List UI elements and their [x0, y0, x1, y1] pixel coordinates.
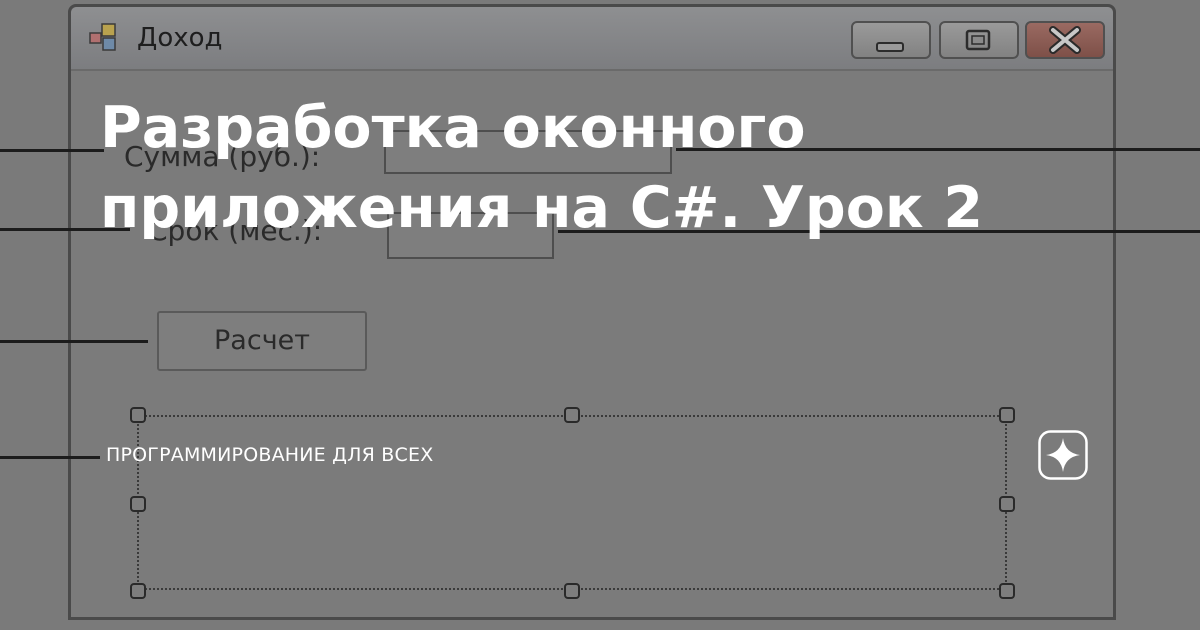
callout-line: [0, 456, 100, 459]
winforms-app-icon: [89, 23, 116, 51]
result-label-selection[interactable]: [137, 415, 1007, 590]
maximize-button[interactable]: [939, 21, 1019, 59]
article-cover: Доход Сумма (руб.): Срок (мес.): Расчет …: [0, 0, 1200, 630]
resize-handle[interactable]: [130, 583, 146, 599]
calculate-button[interactable]: Расчет: [157, 311, 367, 371]
close-button[interactable]: [1025, 21, 1105, 59]
window-titlebar[interactable]: Доход: [71, 7, 1113, 71]
resize-handle[interactable]: [999, 496, 1015, 512]
resize-handle[interactable]: [564, 583, 580, 599]
callout-line: [0, 340, 148, 343]
resize-handle[interactable]: [999, 583, 1015, 599]
window-title: Доход: [137, 23, 223, 53]
resize-handle[interactable]: [564, 407, 580, 423]
callout-line: [0, 149, 104, 152]
maximize-icon: [965, 29, 991, 51]
minimize-icon: [876, 42, 904, 52]
resize-handle[interactable]: [999, 407, 1015, 423]
channel-name[interactable]: ПРОГРАММИРОВАНИЕ ДЛЯ ВСЕХ: [106, 444, 433, 466]
dzen-sparkle-icon[interactable]: [1038, 430, 1088, 480]
minimize-button[interactable]: [851, 21, 931, 59]
resize-handle[interactable]: [130, 407, 146, 423]
resize-handle[interactable]: [130, 496, 146, 512]
close-icon: [1049, 26, 1081, 54]
article-title: Разработка оконного приложения на C#. Ур…: [100, 95, 984, 241]
